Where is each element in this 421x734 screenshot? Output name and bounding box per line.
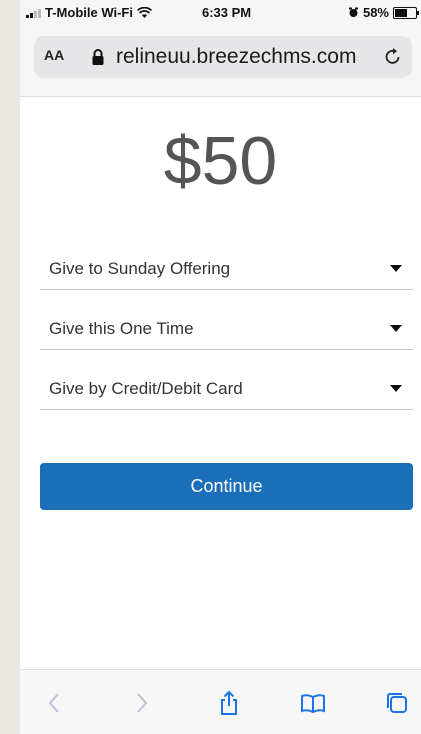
- wifi-icon: [136, 6, 152, 18]
- status-left: T-Mobile Wi-Fi: [26, 5, 152, 20]
- tabs-icon[interactable]: [384, 690, 410, 716]
- text-size-button[interactable]: AA: [44, 47, 64, 63]
- fund-select-label: Give to Sunday Offering: [49, 259, 231, 278]
- battery-percent: 58%: [362, 5, 389, 20]
- battery-icon: [393, 6, 419, 19]
- gift-amount[interactable]: $50: [20, 122, 421, 200]
- status-bar: T-Mobile Wi-Fi 6:33 PM 58%: [20, 0, 421, 26]
- frequency-select[interactable]: Give this One Time: [40, 309, 413, 350]
- status-right: 58%: [348, 5, 419, 20]
- share-icon[interactable]: [216, 690, 242, 716]
- forward-icon[interactable]: [128, 690, 154, 716]
- carrier-label: T-Mobile Wi-Fi: [45, 5, 133, 20]
- back-icon[interactable]: [42, 690, 68, 716]
- chevron-down-icon: [390, 265, 402, 272]
- payment-method-select-label: Give by Credit/Debit Card: [49, 379, 243, 398]
- address-bar[interactable]: AA relineuu.breezechms.com: [34, 36, 412, 78]
- chevron-down-icon: [390, 325, 402, 332]
- phone-screen: T-Mobile Wi-Fi 6:33 PM 58% AA relineuu.b…: [20, 0, 421, 734]
- browser-address-area: AA relineuu.breezechms.com: [20, 26, 421, 97]
- url-text[interactable]: relineuu.breezechms.com: [116, 45, 356, 69]
- alarm-icon: [348, 7, 358, 17]
- reload-icon[interactable]: [382, 45, 404, 67]
- payment-method-select[interactable]: Give by Credit/Debit Card: [40, 369, 413, 410]
- bookmarks-icon[interactable]: [300, 690, 326, 716]
- fund-select[interactable]: Give to Sunday Offering: [40, 249, 413, 290]
- signal-icon: [26, 8, 41, 18]
- browser-toolbar: [20, 669, 421, 734]
- clock: 6:33 PM: [202, 5, 252, 20]
- lock-icon: [92, 49, 104, 65]
- chevron-down-icon: [390, 385, 402, 392]
- continue-button[interactable]: Continue: [40, 463, 413, 510]
- frequency-select-label: Give this One Time: [49, 319, 194, 338]
